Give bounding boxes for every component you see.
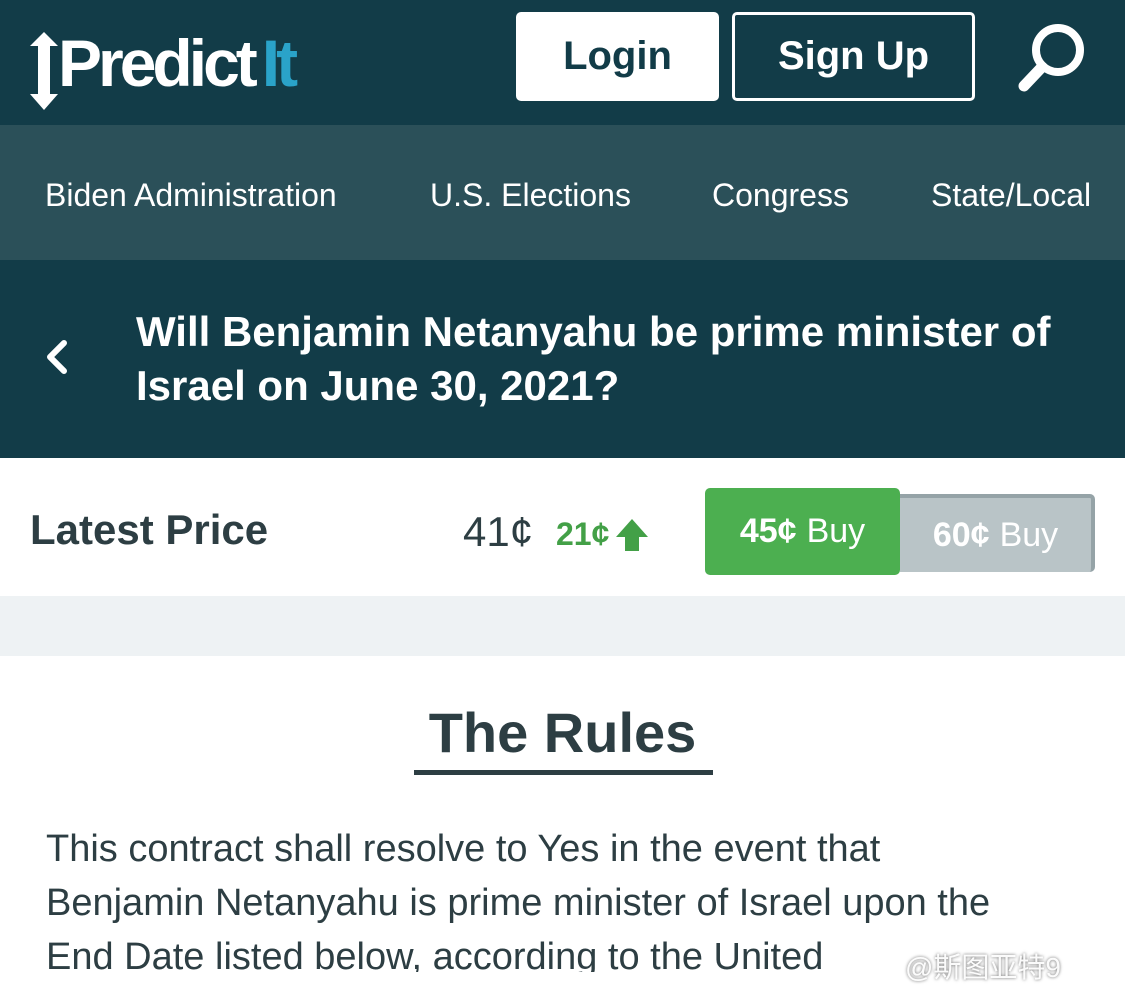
site-header: Predict It Login Sign Up [0, 0, 1125, 125]
market-title: Will Benjamin Netanyahu be prime ministe… [136, 308, 1051, 409]
nav-item-biden-administration[interactable]: Biden Administration [45, 125, 337, 260]
buy-no-label: Buy [999, 515, 1059, 554]
market-header: Will Benjamin Netanyahu be prime ministe… [0, 260, 1125, 458]
buy-yes-label: Buy [806, 512, 866, 550]
logo-main-text: Predict [58, 26, 258, 100]
rules-heading: The Rules [428, 701, 697, 764]
chevron-left-icon[interactable] [38, 335, 74, 379]
logo-arrow-icon [30, 32, 58, 110]
buy-yes-price: 45¢ [739, 512, 797, 550]
logo-accent-text: It [261, 26, 298, 100]
logo-wordmark: Predict It [58, 30, 298, 96]
login-button[interactable]: Login [516, 12, 719, 101]
category-nav: Biden Administration U.S. Elections Cong… [0, 125, 1125, 260]
nav-item-congress[interactable]: Congress [712, 125, 849, 260]
sign-up-button[interactable]: Sign Up [732, 12, 975, 101]
price-row: Latest Price 41¢ 21¢ 45¢ Buy 60¢ Buy [0, 458, 1125, 596]
section-divider [0, 596, 1125, 656]
predictit-logo[interactable]: Predict It [30, 30, 298, 110]
buy-yes-button[interactable]: 45¢ Buy [705, 488, 900, 575]
nav-item-state-local[interactable]: State/Local [931, 125, 1091, 260]
watermark: @斯图亚特9 [905, 952, 1061, 983]
latest-price-label: Latest Price [30, 506, 269, 553]
price-change-value: 21¢ [556, 516, 610, 552]
search-icon[interactable] [1014, 20, 1090, 96]
rules-heading-underline [414, 770, 713, 775]
nav-item-us-elections[interactable]: U.S. Elections [430, 125, 631, 260]
page: Predict It Login Sign Up Biden Administra… [0, 0, 1125, 992]
arrow-up-icon [616, 518, 649, 551]
price-change: 21¢ [556, 516, 649, 553]
rules-body-text: This contract shall resolve to Yes in th… [46, 828, 991, 972]
buy-no-price: 60¢ [932, 515, 990, 554]
buy-no-button[interactable]: 60¢ Buy [900, 494, 1095, 572]
latest-price-value: 41¢ [463, 508, 534, 555]
